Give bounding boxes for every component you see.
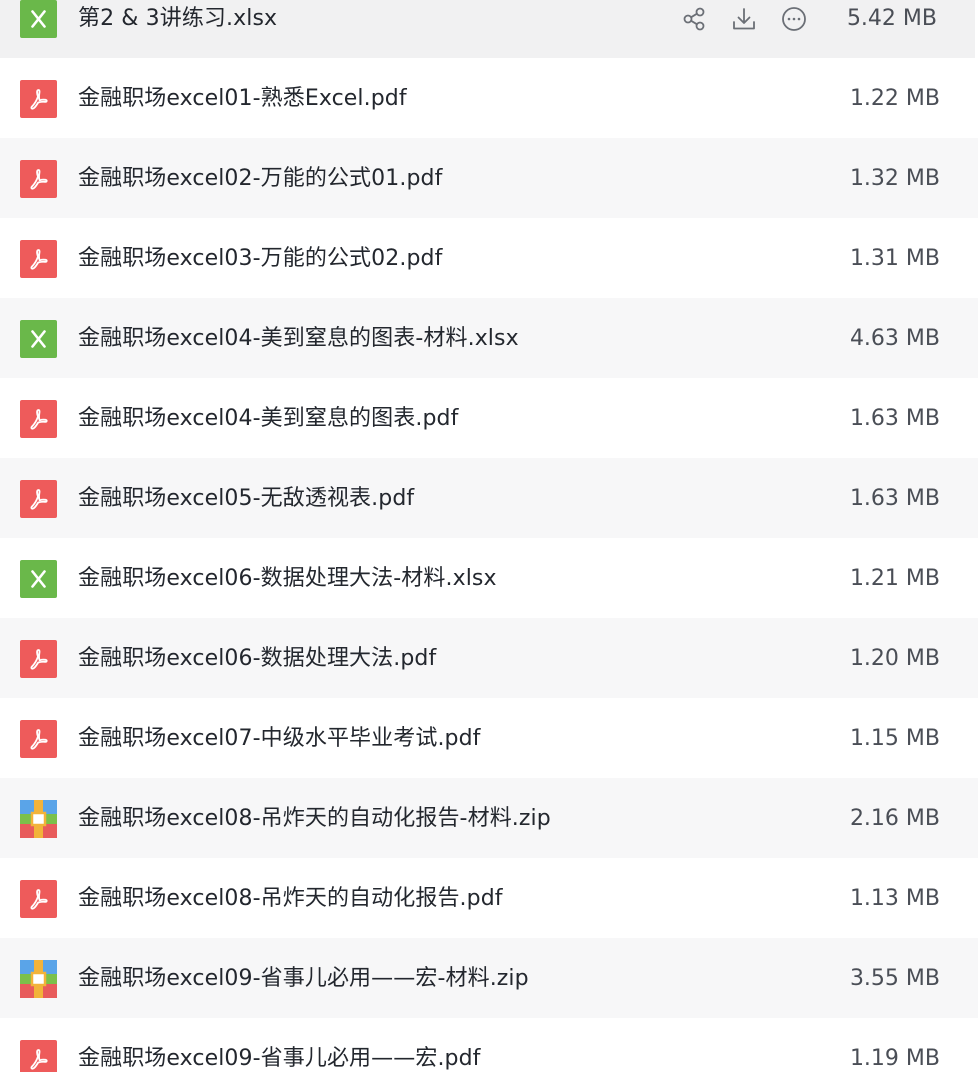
- more-icon[interactable]: [780, 5, 808, 33]
- file-row[interactable]: 金融职场excel07-中级水平毕业考试.pdf 1.15 MB: [0, 698, 978, 778]
- pdf-file-icon: [20, 640, 57, 678]
- file-name[interactable]: 金融职场excel04-美到窒息的图表-材料.xlsx: [78, 324, 519, 354]
- file-row[interactable]: 金融职场excel09-省事儿必用——宏.pdf 1.19 MB: [0, 1018, 978, 1076]
- file-size: 1.22 MB: [849, 86, 940, 111]
- file-size: 2.16 MB: [849, 806, 940, 831]
- file-name[interactable]: 金融职场excel08-吊炸天的自动化报告-材料.zip: [78, 804, 551, 834]
- pdf-file-icon: [20, 400, 57, 438]
- file-row[interactable]: 金融职场excel02-万能的公式01.pdf 1.32 MB: [0, 138, 978, 218]
- pdf-file-icon: [20, 240, 57, 278]
- file-name[interactable]: 金融职场excel03-万能的公式02.pdf: [78, 244, 442, 274]
- pdf-file-icon: [20, 720, 57, 758]
- file-row[interactable]: 金融职场excel06-数据处理大法.pdf 1.20 MB: [0, 618, 978, 698]
- file-name[interactable]: 金融职场excel07-中级水平毕业考试.pdf: [78, 724, 481, 754]
- file-name[interactable]: 金融职场excel06-数据处理大法-材料.xlsx: [78, 564, 497, 594]
- pdf-file-icon: [20, 880, 57, 918]
- pdf-file-icon: [20, 480, 57, 518]
- file-size: 1.20 MB: [849, 646, 940, 671]
- file-list: 第2 & 3讲练习.xlsx 5.42 MB 金融职场excel01-熟悉Excel…: [0, 0, 978, 1076]
- file-size: 1.63 MB: [849, 486, 940, 511]
- file-name[interactable]: 第2 & 3讲练习.xlsx: [78, 4, 277, 34]
- file-row[interactable]: 金融职场excel03-万能的公式02.pdf 1.31 MB: [0, 218, 978, 298]
- file-row[interactable]: 金融职场excel08-吊炸天的自动化报告.pdf 1.13 MB: [0, 858, 978, 938]
- file-size: 1.15 MB: [849, 726, 940, 751]
- file-name[interactable]: 金融职场excel04-美到窒息的图表.pdf: [78, 404, 458, 434]
- file-name[interactable]: 金融职场excel01-熟悉Excel.pdf: [78, 84, 407, 114]
- list-bottom-edge: [0, 1072, 978, 1076]
- pdf-file-icon: [20, 160, 57, 198]
- file-row[interactable]: 第2 & 3讲练习.xlsx 5.42 MB: [0, 0, 975, 58]
- file-name[interactable]: 金融职场excel05-无敌透视表.pdf: [78, 484, 414, 514]
- file-row[interactable]: 金融职场excel05-无敌透视表.pdf 1.63 MB: [0, 458, 978, 538]
- file-name[interactable]: 金融职场excel09-省事儿必用——宏-材料.zip: [78, 964, 529, 994]
- file-size: 1.19 MB: [849, 1046, 940, 1071]
- zip-file-icon: [20, 960, 57, 998]
- file-size: 1.31 MB: [849, 246, 940, 271]
- excel-file-icon: [20, 0, 57, 38]
- file-row[interactable]: 金融职场excel09-省事儿必用——宏-材料.zip 3.55 MB: [0, 938, 978, 1018]
- file-row[interactable]: 金融职场excel08-吊炸天的自动化报告-材料.zip 2.16 MB: [0, 778, 978, 858]
- file-size: 5.42 MB: [846, 6, 937, 31]
- file-size: 1.32 MB: [849, 166, 940, 191]
- file-size: 3.55 MB: [849, 966, 940, 991]
- pdf-file-icon: [20, 80, 57, 118]
- file-row[interactable]: 金融职场excel06-数据处理大法-材料.xlsx 1.21 MB: [0, 538, 978, 618]
- file-row[interactable]: 金融职场excel01-熟悉Excel.pdf 1.22 MB: [0, 58, 978, 138]
- download-icon[interactable]: [730, 5, 758, 33]
- file-name[interactable]: 金融职场excel08-吊炸天的自动化报告.pdf: [78, 884, 503, 914]
- excel-file-icon: [20, 560, 57, 598]
- file-size: 1.13 MB: [849, 886, 940, 911]
- excel-file-icon: [20, 320, 57, 358]
- pdf-file-icon: [20, 1040, 57, 1076]
- file-name[interactable]: 金融职场excel09-省事儿必用——宏.pdf: [78, 1044, 481, 1074]
- file-name[interactable]: 金融职场excel02-万能的公式01.pdf: [78, 164, 442, 194]
- file-size: 4.63 MB: [849, 326, 940, 351]
- file-size: 1.63 MB: [849, 406, 940, 431]
- file-row[interactable]: 金融职场excel04-美到窒息的图表.pdf 1.63 MB: [0, 378, 978, 458]
- file-name[interactable]: 金融职场excel06-数据处理大法.pdf: [78, 644, 436, 674]
- share-icon[interactable]: [680, 5, 708, 33]
- zip-file-icon: [20, 800, 57, 838]
- row-actions: [680, 4, 808, 34]
- file-row[interactable]: 金融职场excel04-美到窒息的图表-材料.xlsx 4.63 MB: [0, 298, 978, 378]
- file-size: 1.21 MB: [849, 566, 940, 591]
